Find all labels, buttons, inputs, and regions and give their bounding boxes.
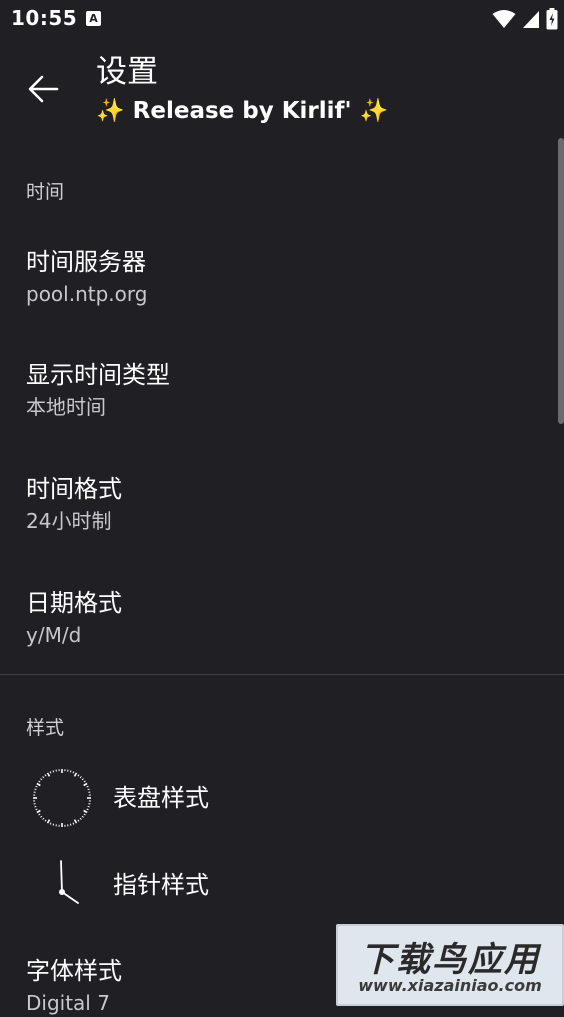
dial-tick <box>82 816 83 817</box>
setting-title: 表盘样式 <box>113 782 209 814</box>
setting-summary: y/M/d <box>26 621 81 649</box>
dial-tick <box>87 786 89 787</box>
dial-tick <box>75 820 77 823</box>
setting-title: 时间服务器 <box>26 246 146 278</box>
dial-tick <box>84 781 86 782</box>
setting-title: 指针样式 <box>113 869 209 901</box>
section-header-time: 时间 <box>26 177 64 204</box>
dial-tick <box>73 772 74 774</box>
battery-icon <box>546 8 558 30</box>
dial-tick <box>48 773 50 776</box>
watermark-logo: 下载鸟应用 www.xiazainiao.com <box>336 924 564 1006</box>
dial-tick <box>78 820 79 822</box>
watermark-url: www.xiazainiao.com <box>338 976 562 995</box>
watermark-text: 下载鸟应用 <box>338 932 562 981</box>
dial-tick <box>39 814 41 815</box>
dial-tick <box>50 772 51 774</box>
setting-summary: Digital 7 <box>26 989 110 1017</box>
setting-date-format[interactable]: 日期格式 y/M/d <box>0 587 556 697</box>
dial-tick <box>84 811 87 813</box>
dial-tick <box>80 776 81 777</box>
setting-title: 日期格式 <box>26 587 122 619</box>
wifi-icon <box>492 9 516 29</box>
setting-title: 字体样式 <box>26 955 122 987</box>
dial-tick <box>53 770 54 772</box>
dial-tick <box>43 776 44 777</box>
setting-dial-style[interactable]: 表盘样式 <box>0 758 556 842</box>
dial-tick <box>78 775 79 777</box>
dial-tick <box>82 779 83 780</box>
status-icons <box>492 8 558 30</box>
dial-tick <box>43 818 44 819</box>
dial-icon <box>28 764 100 836</box>
dial-tick <box>88 806 90 807</box>
dial-tick <box>84 814 86 815</box>
dial-tick <box>36 809 38 810</box>
notification-icon: A <box>86 11 101 26</box>
dial-tick <box>36 786 38 787</box>
dial-tick <box>73 823 74 825</box>
setting-time-format[interactable]: 时间格式 24小时制 <box>0 473 556 583</box>
dial-tick <box>84 784 87 786</box>
dial-tick <box>40 779 41 780</box>
setting-display-time-type[interactable]: 显示时间类型 本地时间 <box>0 359 556 469</box>
dial-tick <box>37 811 40 813</box>
dial-tick <box>45 775 46 777</box>
dial-tick <box>80 818 81 819</box>
dial-tick <box>45 820 46 822</box>
dial-tick <box>87 809 89 810</box>
setting-hand-style[interactable]: 指针样式 <box>0 845 556 929</box>
setting-summary: 本地时间 <box>26 393 106 421</box>
dial-tick <box>75 773 77 776</box>
setting-time-server[interactable]: 时间服务器 pool.ntp.org <box>0 246 556 356</box>
dial-tick <box>50 823 51 825</box>
dial-tick <box>34 806 36 807</box>
dial-tick <box>70 824 71 826</box>
dial-tick <box>40 816 41 817</box>
dial-tick <box>70 770 71 772</box>
section-header-style: 样式 <box>26 713 64 740</box>
clock-hand-icon <box>28 851 100 923</box>
dial-tick <box>88 789 90 790</box>
setting-title: 显示时间类型 <box>26 359 170 391</box>
dial-tick <box>48 820 50 823</box>
status-bar: 10:55 A <box>0 0 564 38</box>
dial-tick <box>39 781 41 782</box>
scrollbar[interactable] <box>558 138 564 424</box>
setting-title: 时间格式 <box>26 473 122 505</box>
back-arrow-icon[interactable] <box>26 72 60 106</box>
page-title: 设置 <box>96 52 158 92</box>
signal-icon <box>522 9 540 29</box>
page-subtitle: ✨ Release by Kirlif' ✨ <box>96 94 388 128</box>
dial-tick <box>34 789 36 790</box>
app-bar: 设置 ✨ Release by Kirlif' ✨ <box>0 38 564 138</box>
section-divider <box>0 674 564 675</box>
setting-summary: pool.ntp.org <box>26 280 147 308</box>
dial-tick <box>53 824 54 826</box>
dial-tick <box>37 784 40 786</box>
status-time: 10:55 <box>11 6 77 30</box>
setting-summary: 24小时制 <box>26 507 111 535</box>
